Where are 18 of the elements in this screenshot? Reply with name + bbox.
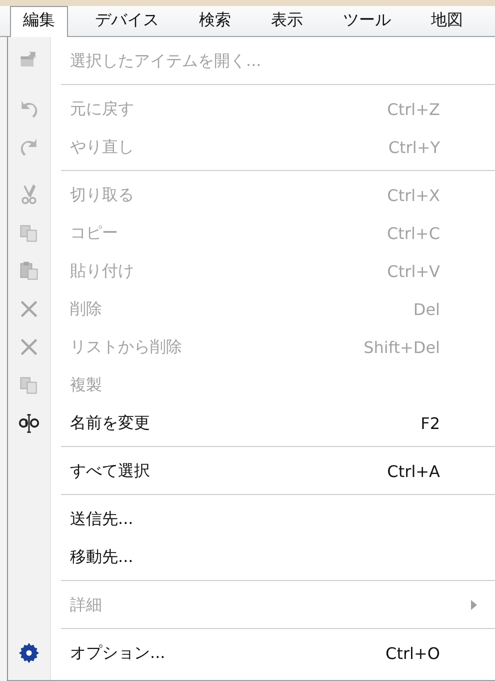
paste-icon — [18, 260, 40, 282]
text-cursor-icon — [18, 412, 40, 434]
menu-tab[interactable]: 検索 — [186, 6, 244, 36]
menu-item[interactable]: 移動先... — [8, 538, 495, 576]
menu-item[interactable]: 送信先... — [8, 500, 495, 538]
cross-icon — [18, 336, 40, 358]
copy-icon — [18, 222, 40, 244]
menu-tab[interactable]: デバイス — [82, 6, 172, 36]
menu-item[interactable]: すべて選択 Ctrl+A — [8, 452, 495, 490]
gear-icon — [18, 642, 40, 664]
menu-tab[interactable]: 表示 — [258, 6, 316, 36]
menu-tab[interactable]: 地図 — [418, 6, 476, 36]
cross-icon — [18, 298, 40, 320]
menu-item[interactable]: オプション... Ctrl+O — [8, 634, 495, 672]
menu-item[interactable]: 名前を変更 F2 — [8, 404, 495, 442]
copy-icon — [18, 374, 40, 396]
menu-tab[interactable]: ツール — [330, 6, 404, 36]
menu-tab[interactable]: 編集 — [10, 6, 68, 37]
